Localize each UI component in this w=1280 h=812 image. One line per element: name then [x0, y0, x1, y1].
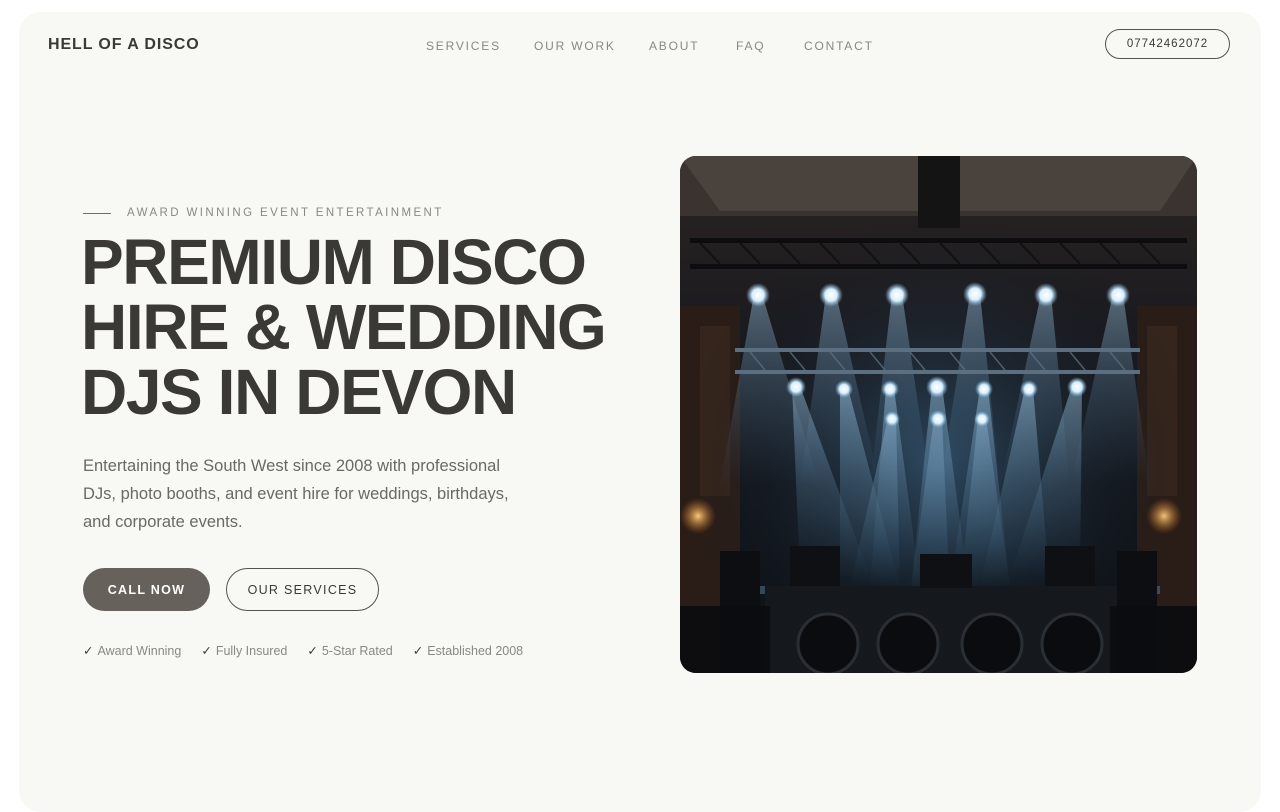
main-nav: SERVICES OUR WORK ABOUT FAQ CONTACT — [426, 39, 874, 53]
nav-services[interactable]: SERVICES — [426, 39, 534, 53]
call-now-button[interactable]: CALL NOW — [83, 568, 210, 611]
check-icon: ✓ — [412, 644, 424, 658]
badge-established: ✓ Established 2008 — [412, 643, 524, 659]
eyebrow-divider — [83, 212, 111, 214]
badge-label: Established 2008 — [427, 643, 524, 658]
stage-lights-image — [680, 156, 1197, 673]
nav-our-work[interactable]: OUR WORK — [534, 39, 649, 53]
eyebrow-text: AWARD WINNING EVENT ENTERTAINMENT — [127, 207, 444, 219]
brand-logo[interactable]: HELL OF A DISCO — [48, 36, 200, 54]
headline-line-2: HIRE & WEDDING — [81, 291, 607, 363]
trust-badges: ✓ Award Winning ✓ Fully Insured ✓ 5-Star… — [83, 643, 543, 659]
page-card: HELL OF A DISCO SERVICES OUR WORK ABOUT … — [19, 12, 1261, 812]
badge-label: Award Winning — [97, 643, 182, 658]
badge-five-star: ✓ 5-Star Rated — [307, 643, 393, 659]
badge-award-winning: ✓ Award Winning — [83, 643, 182, 659]
badge-label: 5-Star Rated — [321, 643, 393, 658]
check-icon: ✓ — [201, 644, 212, 658]
check-icon: ✓ — [83, 644, 94, 658]
eyebrow: AWARD WINNING EVENT ENTERTAINMENT — [83, 207, 444, 219]
badge-label: Fully Insured — [215, 643, 288, 658]
nav-about[interactable]: ABOUT — [649, 39, 736, 53]
hero-description: Entertaining the South West since 2008 w… — [83, 457, 509, 531]
badge-fully-insured: ✓ Fully Insured — [201, 643, 288, 659]
nav-contact[interactable]: CONTACT — [804, 39, 874, 53]
headline-line-3: DJS IN DEVON — [81, 356, 517, 428]
phone-button[interactable]: 07742462072 — [1105, 29, 1230, 59]
our-services-button[interactable]: OUR SERVICES — [226, 568, 379, 611]
hero-headline: PREMIUM DISCO HIRE & WEDDING DJS IN DEVO… — [81, 230, 641, 425]
check-icon: ✓ — [307, 644, 318, 658]
headline-line-1: PREMIUM DISCO — [81, 226, 587, 298]
nav-faq[interactable]: FAQ — [736, 39, 804, 53]
